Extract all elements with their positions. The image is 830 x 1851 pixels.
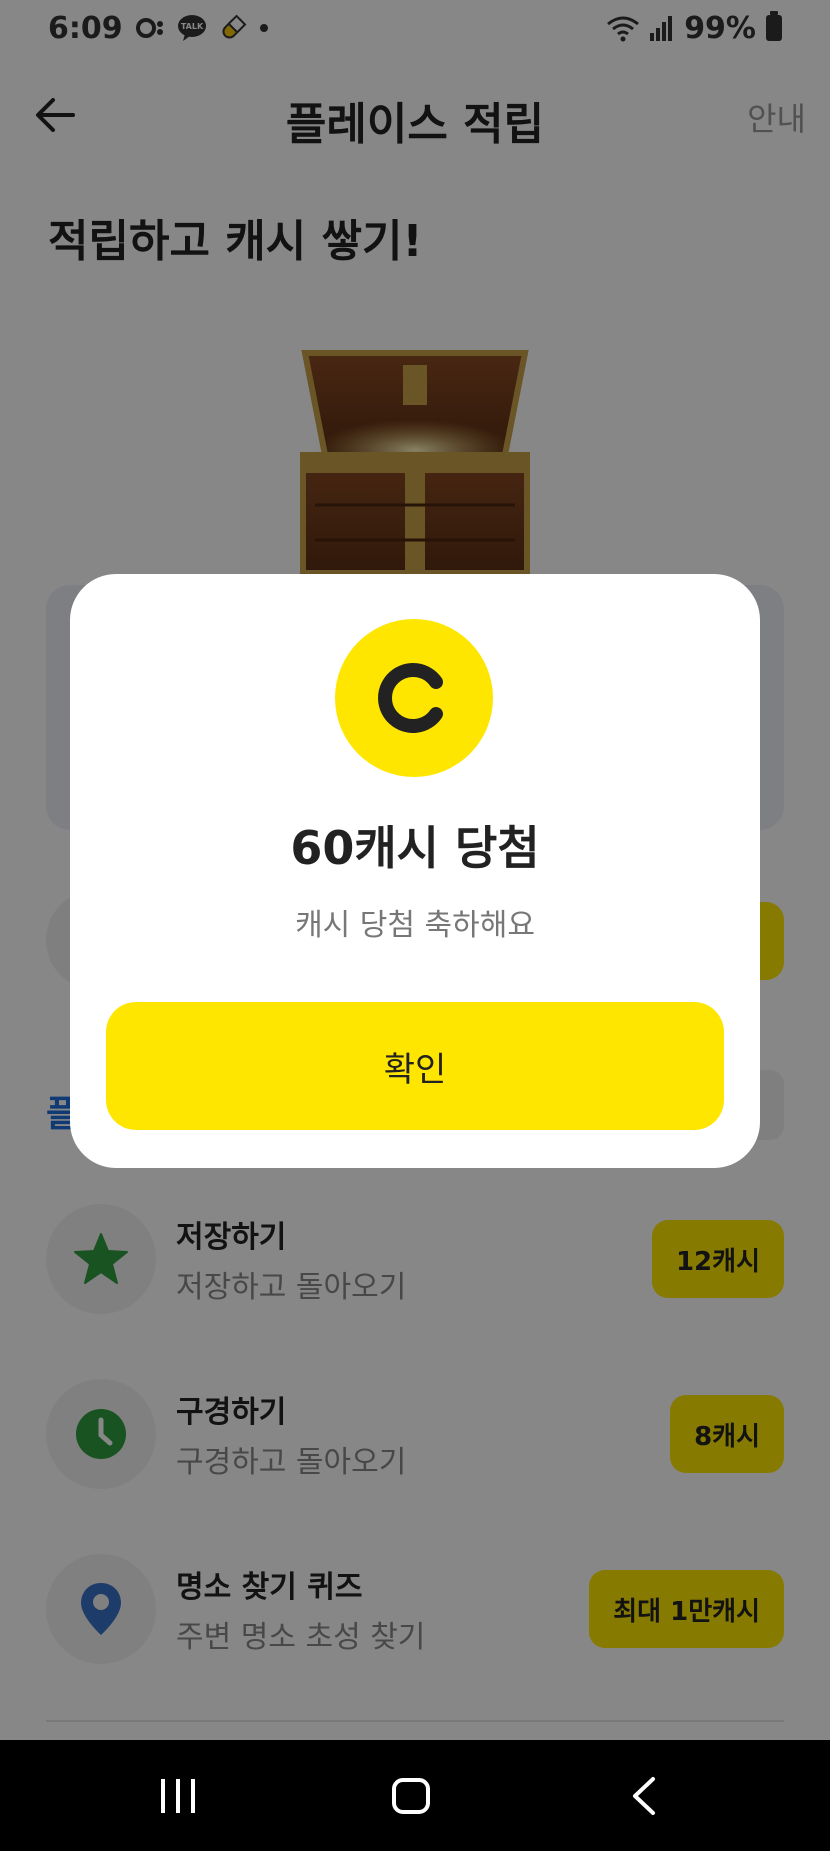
back-nav-button[interactable] bbox=[614, 1768, 674, 1824]
confirm-button[interactable]: 확인 bbox=[106, 1002, 724, 1130]
chevron-left-icon bbox=[633, 1777, 655, 1815]
home-icon bbox=[392, 1778, 430, 1814]
home-button[interactable] bbox=[381, 1768, 441, 1824]
recent-apps-button[interactable] bbox=[148, 1768, 208, 1824]
reward-modal: 60캐시 당첨 캐시 당첨 축하해요 확인 bbox=[70, 574, 760, 1168]
modal-subtitle: 캐시 당첨 축하해요 bbox=[295, 908, 535, 943]
modal-title: 60캐시 당첨 bbox=[290, 821, 540, 875]
cash-coin-icon bbox=[335, 619, 493, 777]
system-nav-bar bbox=[0, 1740, 830, 1851]
recent-apps-icon bbox=[161, 1779, 195, 1813]
